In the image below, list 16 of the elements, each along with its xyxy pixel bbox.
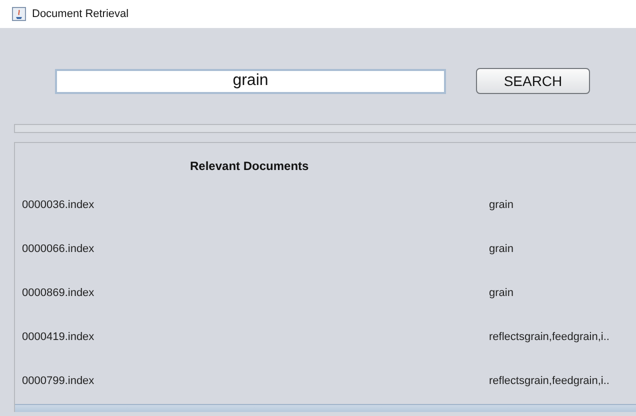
document-name: 0000799.index: [22, 375, 94, 387]
document-name: 0000869.index: [22, 287, 94, 299]
matched-terms: grain: [489, 242, 514, 257]
matched-terms: reflectsgrain,feedgrain,i..: [489, 374, 610, 389]
column-heading: Relevant Documents: [190, 159, 309, 173]
app-icon: [12, 7, 26, 21]
search-field[interactable]: grain: [55, 68, 446, 94]
horizontal-scrollbar[interactable]: [15, 404, 636, 412]
document-name: 0000419.index: [22, 331, 94, 343]
document-name: 0000066.index: [22, 243, 94, 255]
matched-terms: grain: [489, 198, 514, 213]
matched-terms: reflectsgrain,feedgrain,i..: [489, 330, 610, 345]
search-button[interactable]: SEARCH: [476, 68, 590, 94]
window-title: Document Retrieval: [32, 6, 129, 22]
matched-terms: grain: [489, 286, 514, 301]
document-name: 0000036.index: [22, 199, 94, 211]
